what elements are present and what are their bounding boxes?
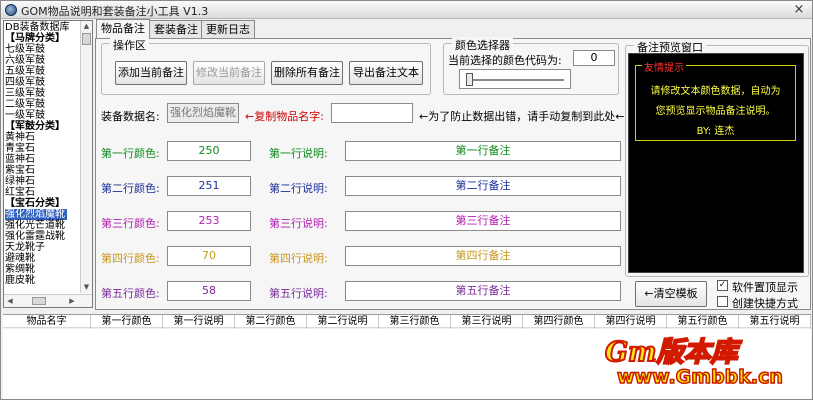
tree-category[interactable]: 【马牌分类】 [5, 33, 65, 44]
slider-track [466, 79, 564, 81]
tree-item[interactable]: 青宝石 [5, 143, 35, 154]
current-color-field[interactable]: 0 [573, 50, 615, 66]
tree-item[interactable]: 鹿皮靴 [5, 275, 35, 286]
tab-changelog[interactable]: 更新日志 [201, 20, 255, 38]
preview-tip-box: 友情提示 请修改文本颜色数据，自动为 您预览显示物品备注说明。 BY: 连杰 [635, 59, 796, 141]
column-header[interactable]: 物品名字 [3, 315, 91, 329]
line-color-label: 第二行颜色: [101, 182, 160, 195]
copy-name-hint: ←复制物品名字: [245, 110, 324, 123]
hscroll-thumb[interactable] [32, 297, 46, 305]
column-header[interactable]: 第三行颜色 [379, 315, 451, 329]
tree-item[interactable]: 强化光芒道靴 [5, 220, 65, 231]
shortcut-checkbox[interactable] [717, 296, 728, 307]
app-icon [5, 4, 17, 16]
line-desc-input[interactable]: 第四行备注 [345, 246, 621, 266]
line-desc-input[interactable]: 第二行备注 [345, 176, 621, 196]
tab-set-notes[interactable]: 套装备注 [149, 20, 203, 38]
line-color-input[interactable]: 251 [167, 176, 251, 196]
title-bar[interactable]: GOM物品说明和套装备注小工具 V1.3 × [1, 1, 812, 19]
column-header[interactable]: 第二行说明 [307, 315, 379, 329]
line-desc-label: 第二行说明: [269, 182, 328, 195]
tree-item[interactable]: 二级军鼓 [5, 99, 45, 110]
topmost-label: 软件置顶显示 [732, 281, 798, 294]
scroll-right-icon[interactable]: ▶ [66, 295, 78, 307]
column-header[interactable]: 第一行颜色 [91, 315, 163, 329]
line-desc-label: 第三行说明: [269, 217, 328, 230]
watermark: Gm版本库 www.Gmbbk.cn [601, 326, 811, 398]
window-title: GOM物品说明和套装备注小工具 V1.3 [21, 5, 209, 18]
item-data-name-label: 装备数据名: [101, 110, 160, 123]
line-desc-label: 第一行说明: [269, 147, 328, 160]
tree-item[interactable]: 红宝石 [5, 187, 35, 198]
modify-note-button[interactable]: 修改当前备注 [193, 61, 265, 85]
tree-item[interactable]: 强化雷霆战靴 [5, 231, 65, 242]
line-color-input[interactable]: 250 [167, 141, 251, 161]
shortcut-label: 创建快捷方式 [732, 297, 798, 310]
line-desc-label: 第四行说明: [269, 252, 328, 265]
scroll-left-icon[interactable]: ◀ [4, 295, 16, 307]
preview-line-3: BY: 连杰 [696, 126, 735, 137]
tree-item[interactable]: 四级军鼓 [5, 77, 45, 88]
line-color-label: 第五行颜色: [101, 287, 160, 300]
app-window: GOM物品说明和套装备注小工具 V1.3 × DB装备数据库 【马牌分类】 七级军… [0, 0, 813, 400]
line-desc-input[interactable]: 第三行备注 [345, 211, 621, 231]
list-header: DB装备数据库 [5, 22, 70, 33]
line-desc-input[interactable]: 第一行备注 [345, 141, 621, 161]
line-color-label: 第三行颜色: [101, 217, 160, 230]
column-header[interactable]: 第三行说明 [451, 315, 523, 329]
tab-item-notes[interactable]: 物品备注 [96, 19, 150, 39]
line-color-input[interactable]: 58 [167, 281, 251, 301]
line-desc-label: 第五行说明: [269, 287, 328, 300]
tree-item[interactable]: 五级军鼓 [5, 66, 45, 77]
delete-all-button[interactable]: 删除所有备注 [271, 61, 343, 85]
tree-item[interactable]: 一级军鼓 [5, 110, 45, 121]
export-notes-button[interactable]: 导出备注文本 [349, 61, 423, 85]
line-color-input[interactable]: 253 [167, 211, 251, 231]
item-tree-list[interactable]: DB装备数据库 【马牌分类】 七级军鼓 六级军鼓 五级军鼓 四级军鼓 三级军鼓 二级军鼓 一级… [3, 20, 93, 308]
watermark-logo: Gm版本库 [604, 336, 739, 369]
tree-item[interactable]: 绿神石 [5, 176, 35, 187]
tree-item[interactable]: 三级军鼓 [5, 88, 45, 99]
color-slider[interactable] [459, 69, 571, 89]
tree-item[interactable]: 紫绸靴 [5, 264, 35, 275]
vertical-scrollbar[interactable]: ▲ ▼ [80, 21, 92, 293]
line-color-label: 第四行颜色: [101, 252, 160, 265]
column-header[interactable]: 第四行颜色 [523, 315, 595, 329]
scroll-thumb[interactable] [82, 33, 91, 45]
add-note-button[interactable]: 添加当前备注 [115, 61, 187, 85]
column-header[interactable]: 第一行说明 [163, 315, 235, 329]
tree-category[interactable]: 【军鼓分类】 [5, 121, 65, 132]
line-color-input[interactable]: 70 [167, 246, 251, 266]
column-header[interactable]: 第二行颜色 [235, 315, 307, 329]
line-color-label: 第一行颜色: [101, 147, 160, 160]
preview-window: 友情提示 请修改文本颜色数据，自动为 您预览显示物品备注说明。 BY: 连杰 [628, 53, 804, 273]
tree-item[interactable]: 避魂靴 [5, 253, 35, 264]
tree-item[interactable]: 蓝神石 [5, 154, 35, 165]
ops-group-title: 操作区 [110, 37, 149, 53]
clear-template-button[interactable]: ←清空模板 [635, 281, 707, 307]
tree-item[interactable]: 七级军鼓 [5, 44, 45, 55]
line-desc-input[interactable]: 第五行备注 [345, 281, 621, 301]
watermark-url: www.Gmbbk.cn [616, 365, 783, 389]
preview-tip-title: 友情提示 [642, 59, 686, 74]
scroll-down-icon[interactable]: ▼ [81, 282, 92, 293]
copy-name-input[interactable] [331, 103, 413, 123]
tree-item[interactable]: 强化烈焰魔靴 [5, 209, 67, 220]
tree-item[interactable]: 六级军鼓 [5, 55, 45, 66]
item-data-name-field: 强化烈焰魔靴 [167, 103, 239, 123]
tree-category[interactable]: 【宝石分类】 [5, 198, 65, 209]
horizontal-scrollbar[interactable]: ◀ ▶ [4, 294, 92, 307]
tree-item[interactable]: 天龙靴子 [5, 242, 45, 253]
slider-knob[interactable] [466, 73, 473, 86]
current-color-label: 当前选择的颜色代码为: [448, 54, 562, 67]
copy-warning-text: ←为了防止数据出错，请手动复制到此处← [419, 110, 625, 123]
tree-item[interactable]: 紫宝石 [5, 165, 35, 176]
scroll-up-icon[interactable]: ▲ [81, 21, 92, 32]
color-picker-title: 颜色选择器 [452, 37, 513, 53]
preview-line-2: 您预览显示物品备注说明。 [655, 106, 776, 117]
preview-line-1: 请修改文本颜色数据，自动为 [650, 86, 781, 97]
tree-item[interactable]: 黄神石 [5, 132, 35, 143]
topmost-checkbox[interactable]: ✓ [717, 280, 728, 291]
close-icon[interactable]: × [792, 3, 806, 17]
